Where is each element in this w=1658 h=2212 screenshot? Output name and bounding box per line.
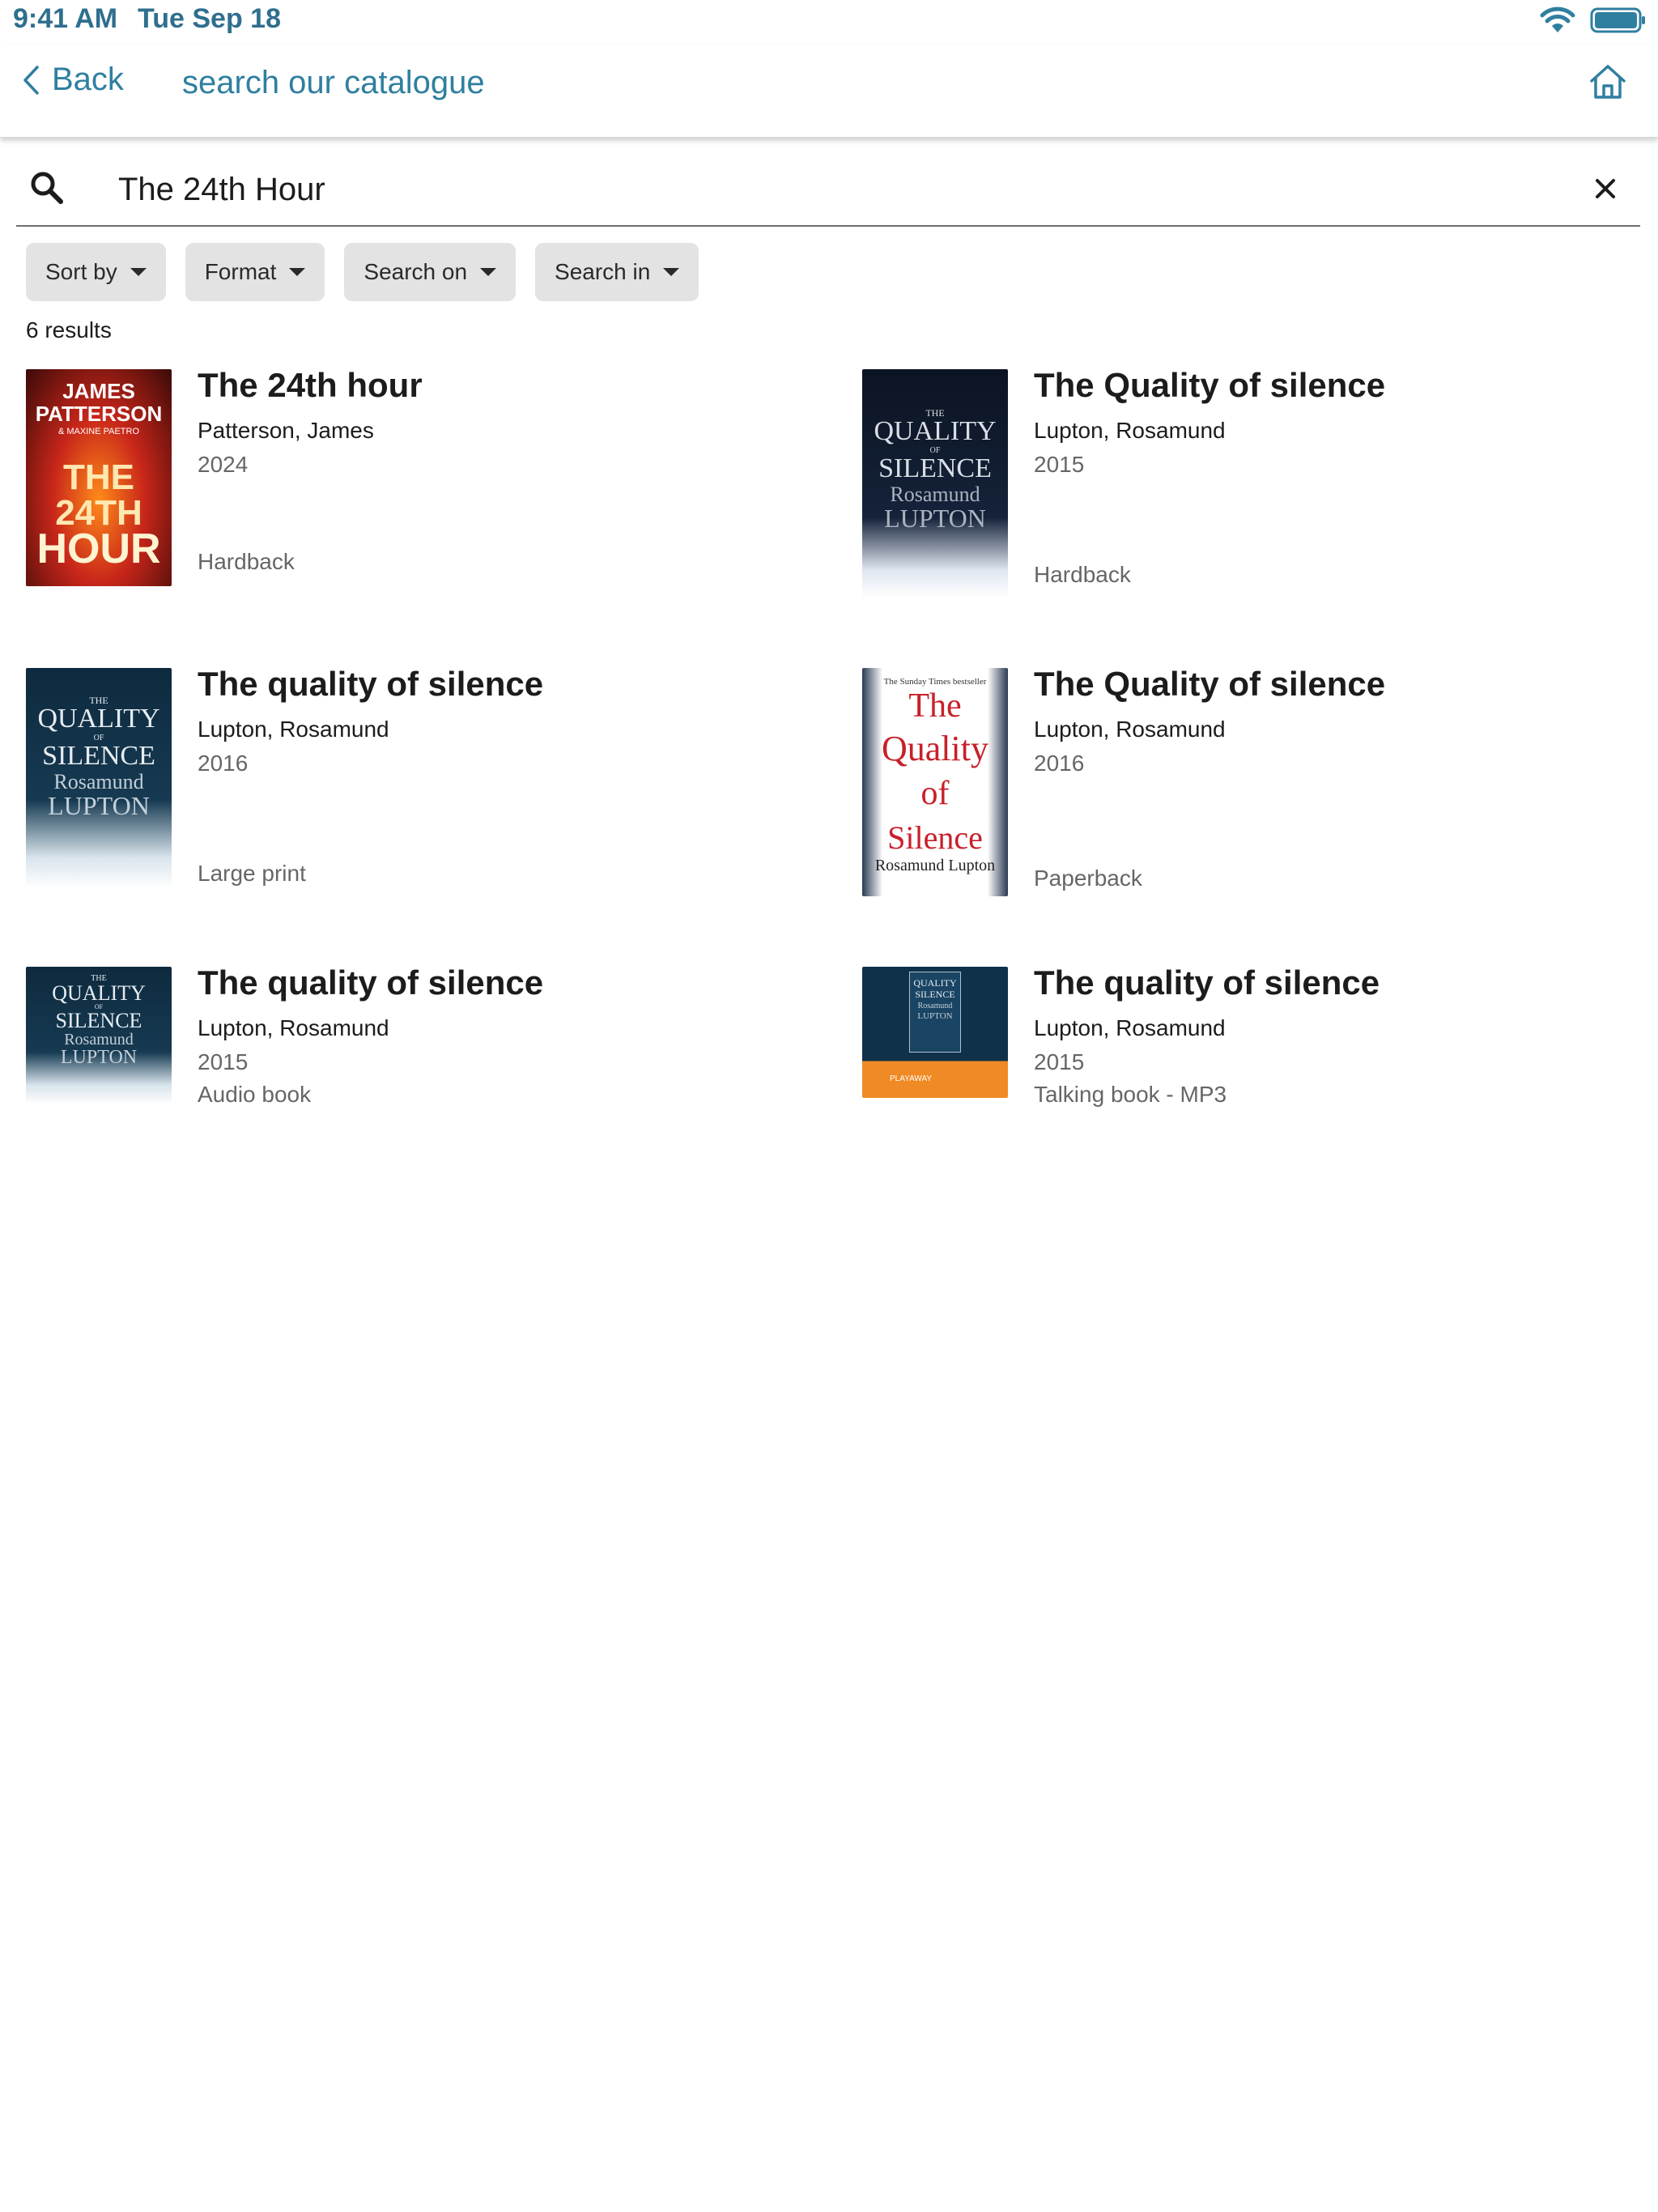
cover-text: The Sunday Times bestseller <box>883 677 987 687</box>
result-item[interactable]: QUALITY SILENCE Rosamund LUPTON PLAYAWAY… <box>862 963 1656 1112</box>
nav-bar: Back search our catalogue <box>0 45 1658 138</box>
search-in-dropdown[interactable]: Search in <box>535 243 699 301</box>
cover-text: SILENCE <box>878 453 992 483</box>
close-icon[interactable] <box>1593 177 1618 201</box>
caret-down-icon <box>663 268 680 276</box>
result-title: The quality of silence <box>1034 963 1380 1002</box>
result-year: 2016 <box>1034 751 1085 776</box>
search-on-dropdown[interactable]: Search on <box>344 243 517 301</box>
book-cover: JAMES PATTERSON & MAXINE PAETRO THE 24TH… <box>26 369 172 586</box>
result-title: The quality of silence <box>198 963 544 1002</box>
cover-text: Rosamund <box>64 1031 134 1049</box>
home-button[interactable] <box>1588 63 1627 104</box>
result-format: Large print <box>198 861 306 886</box>
cover-text: LUPTON <box>917 1011 953 1021</box>
search-icon <box>31 172 63 204</box>
cover-text: QUALITY <box>874 416 997 446</box>
search-input[interactable] <box>117 165 1493 214</box>
cover-text: LUPTON <box>48 791 150 820</box>
cover-text: Rosamund <box>53 770 144 793</box>
cover-text: The <box>908 687 962 725</box>
format-label: Format <box>204 259 277 284</box>
cover-text: PATTERSON <box>35 402 163 426</box>
result-item[interactable]: The Sunday Times bestseller The Quality … <box>862 665 1656 911</box>
caret-down-icon <box>480 268 497 276</box>
result-year: 2015 <box>1034 1049 1085 1074</box>
chevron-left-icon <box>23 65 39 95</box>
book-cover: THE QUALITY OF SILENCE Rosamund LUPTON <box>862 369 1008 598</box>
battery-icon <box>1590 7 1645 33</box>
result-item[interactable]: THE QUALITY OF SILENCE Rosamund LUPTON T… <box>26 963 819 1112</box>
format-dropdown[interactable]: Format <box>185 243 325 301</box>
result-format: Audio book <box>198 1082 312 1107</box>
result-year: 2015 <box>198 1049 249 1074</box>
cover-text: QUALITY <box>37 704 160 734</box>
result-author: Lupton, Rosamund <box>198 717 389 742</box>
cover-text: LUPTON <box>60 1047 138 1068</box>
status-time: 9:41 AM <box>13 3 118 34</box>
cover-text: Rosamund Lupton <box>874 857 996 874</box>
page-title: search our catalogue <box>182 65 485 100</box>
cover-text: QUALITY <box>52 981 146 1005</box>
result-author: Lupton, Rosamund <box>1034 717 1226 742</box>
search-in-label: Search in <box>555 259 651 284</box>
book-cover: QUALITY SILENCE Rosamund LUPTON PLAYAWAY <box>862 967 1008 1098</box>
cover-text: Silence <box>887 819 983 856</box>
result-author: Lupton, Rosamund <box>198 1015 389 1040</box>
caret-down-icon <box>130 268 147 276</box>
cover-text: SILENCE <box>915 989 955 1000</box>
result-year: 2024 <box>198 452 249 477</box>
cover-text: Rosamund <box>890 483 980 506</box>
cover-text: Rosamund <box>917 1002 953 1010</box>
result-title: The quality of silence <box>198 665 544 703</box>
back-label: Back <box>52 62 124 97</box>
cover-text: PLAYAWAY <box>890 1074 933 1083</box>
result-item[interactable]: THE QUALITY OF SILENCE Rosamund LUPTON T… <box>862 366 1656 612</box>
result-author: Lupton, Rosamund <box>1034 418 1226 443</box>
result-year: 2016 <box>198 751 249 776</box>
result-title: The Quality of silence <box>1034 665 1386 703</box>
home-icon <box>1590 65 1626 99</box>
cover-text: Quality <box>882 729 988 768</box>
result-format: Talking book - MP3 <box>1034 1082 1227 1107</box>
result-title: The 24th hour <box>198 366 423 404</box>
results-count: 6 results <box>26 317 112 342</box>
status-icons <box>1540 6 1647 34</box>
result-item[interactable]: JAMES PATTERSON & MAXINE PAETRO THE 24TH… <box>26 366 819 612</box>
book-cover: THE QUALITY OF SILENCE Rosamund LUPTON <box>26 668 172 888</box>
search-on-label: Search on <box>363 259 468 284</box>
book-cover: THE QUALITY OF SILENCE Rosamund LUPTON <box>26 967 172 1104</box>
result-year: 2015 <box>1034 452 1085 477</box>
filter-bar: Sort by Format Search on Search in <box>26 243 699 301</box>
wifi-icon <box>1540 6 1575 32</box>
cover-text: LUPTON <box>884 504 986 533</box>
result-format: Hardback <box>198 549 295 574</box>
sort-by-dropdown[interactable]: Sort by <box>26 243 166 301</box>
caret-down-icon <box>289 268 306 276</box>
cover-text: SILENCE <box>55 1009 142 1032</box>
search-bar <box>16 154 1640 227</box>
cover-text: of <box>920 775 950 812</box>
result-item[interactable]: THE QUALITY OF SILENCE Rosamund LUPTON T… <box>26 665 819 911</box>
result-author: Lupton, Rosamund <box>1034 1015 1226 1040</box>
cover-text: JAMES <box>62 379 135 403</box>
cover-text: THE 24TH <box>55 457 142 533</box>
back-button[interactable]: Back <box>21 62 124 98</box>
result-format: Paperback <box>1034 866 1142 891</box>
status-bar: 9:41 AM Tue Sep 18 <box>0 0 1658 45</box>
cover-text: SILENCE <box>42 741 155 771</box>
cover-text: & MAXINE PAETRO <box>57 427 140 436</box>
sort-by-label: Sort by <box>45 259 117 284</box>
cover-text: QUALITY <box>913 977 957 989</box>
result-author: Patterson, James <box>198 418 374 443</box>
result-title: The Quality of silence <box>1034 366 1386 404</box>
result-format: Hardback <box>1034 562 1131 587</box>
book-cover: The Sunday Times bestseller The Quality … <box>862 668 1008 896</box>
status-date: Tue Sep 18 <box>138 3 281 34</box>
cover-text: HOUR <box>36 525 161 572</box>
